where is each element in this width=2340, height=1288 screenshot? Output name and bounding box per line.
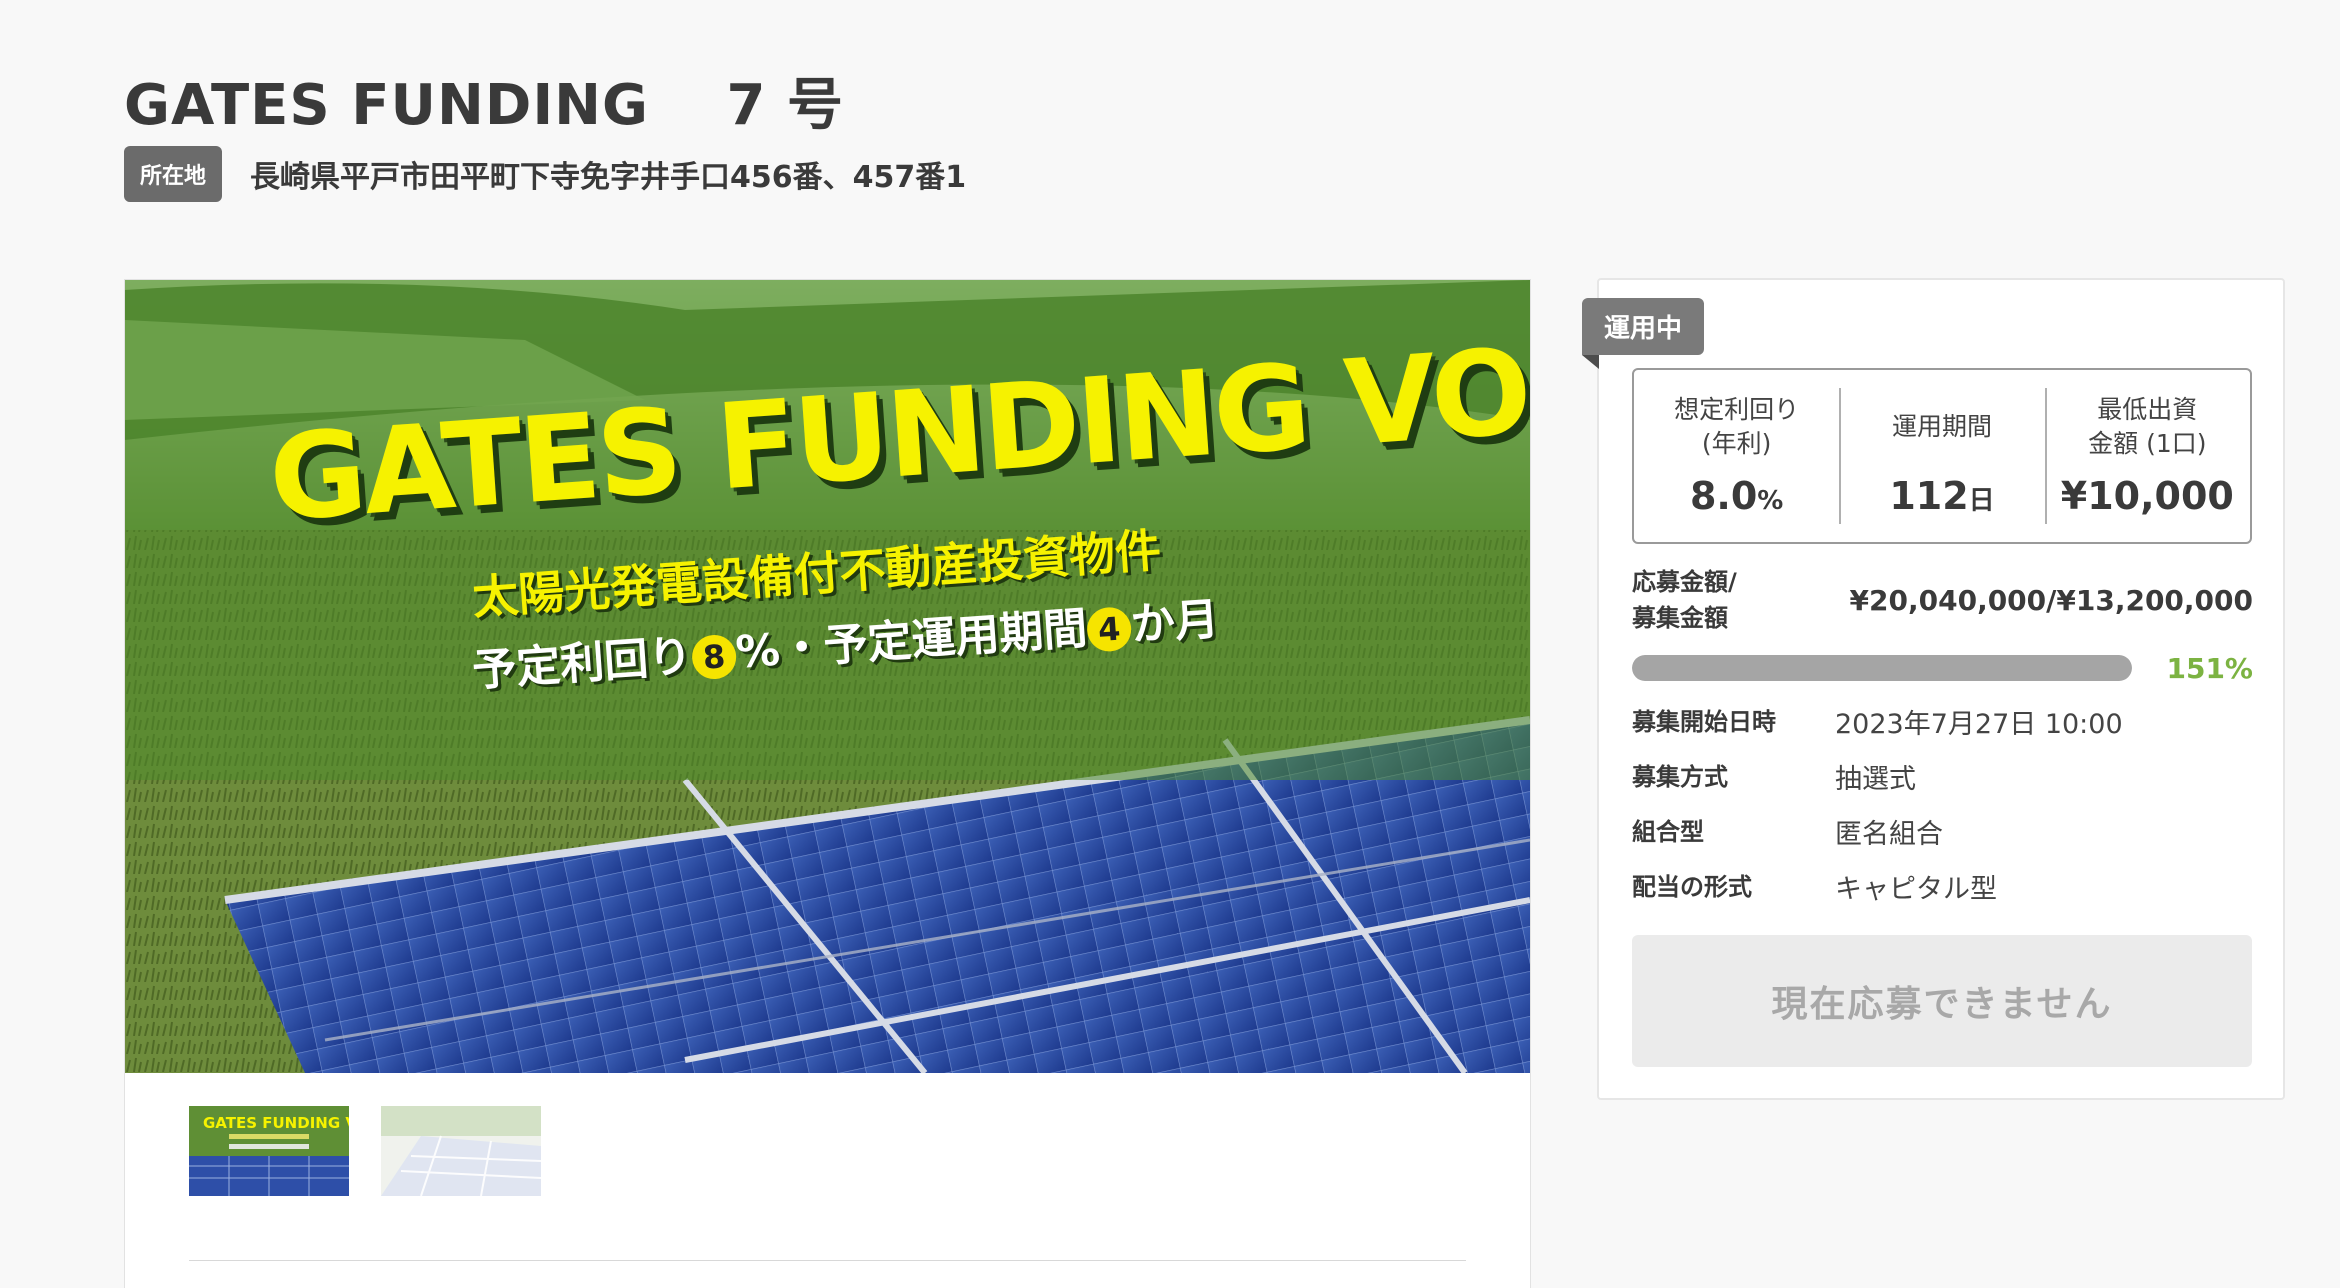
hero-period-number: 4 bbox=[1085, 605, 1133, 653]
info-key: 配当の形式 bbox=[1632, 873, 1752, 901]
funding-progress-percent: 151% bbox=[2166, 652, 2253, 685]
hero-yield-number: 8 bbox=[690, 633, 738, 681]
apply-button[interactable]: 現在応募できません bbox=[1632, 935, 2252, 1067]
thumbnail-panels[interactable] bbox=[381, 1106, 541, 1196]
info-value: 2023年7月27日 10:00 bbox=[1835, 709, 2123, 740]
info-key: 組合型 bbox=[1632, 818, 1704, 846]
hero-yield-prefix: 予定利回り bbox=[470, 630, 694, 697]
hero-banner-text: GATES FUNDING VOL.7 太陽光発電設備付不動産投資物件 予定利回… bbox=[125, 280, 1530, 1073]
hero-yield-suffix: か月 bbox=[1129, 593, 1221, 651]
info-key: 募集方式 bbox=[1632, 763, 1728, 791]
stat-value: 112日 bbox=[1889, 474, 1995, 518]
stat-value: 8.0% bbox=[1689, 474, 1784, 518]
svg-text:GATES FUNDING VOL.7: GATES FUNDING VOL.7 bbox=[203, 1114, 349, 1132]
stat-minimum-investment: 最低出資 金額 (1口) ¥10,000 bbox=[2044, 370, 2250, 542]
info-value: 抽選式 bbox=[1835, 764, 1916, 795]
page-title: GATES FUNDING 7 号 bbox=[124, 73, 844, 138]
location-badge: 所在地 bbox=[124, 146, 223, 202]
stat-label: 運用期間 bbox=[1891, 412, 1992, 441]
stat-value: ¥10,000 bbox=[2060, 474, 2234, 518]
location-address: 長崎県平戸市田平町下寺免字井手口456番、457番1 bbox=[250, 160, 967, 195]
fund-stats: 想定利回り (年利) 8.0% 運用期間 112日 最低出資 金額 (1口) ¥… bbox=[1632, 368, 2252, 544]
info-row-start-date: 募集開始日時 2023年7月27日 10:00 bbox=[1632, 702, 2123, 741]
hero-image[interactable]: GATES FUNDING VOL.7 太陽光発電設備付不動産投資物件 予定利回… bbox=[125, 280, 1530, 1073]
image-gallery: GATES FUNDING VOL.7 太陽光発電設備付不動産投資物件 予定利回… bbox=[124, 279, 1531, 1288]
location-row: 所在地 長崎県平戸市田平町下寺免字井手口456番、457番1 bbox=[124, 146, 966, 202]
info-value: キャピタル型 bbox=[1835, 874, 1997, 905]
stat-expected-yield: 想定利回り (年利) 8.0% bbox=[1634, 370, 1839, 542]
amount-label: 応募金額/ 募集金額 bbox=[1632, 568, 1737, 632]
amount-value: ¥20,040,000/¥13,200,000 bbox=[1849, 584, 2253, 617]
info-row-partnership-type: 組合型 匿名組合 bbox=[1632, 812, 1943, 851]
stat-operation-period: 運用期間 112日 bbox=[1839, 370, 2044, 542]
thumbnail-banner[interactable]: GATES FUNDING VOL.7 bbox=[189, 1106, 349, 1196]
stat-label: 最低出資 金額 (1口) bbox=[2088, 395, 2207, 458]
thumbnail-strip: GATES FUNDING VOL.7 bbox=[189, 1106, 541, 1196]
info-row-dividend-type: 配当の形式 キャピタル型 bbox=[1632, 867, 1997, 906]
stat-label: 想定利回り (年利) bbox=[1674, 395, 1800, 458]
fund-summary-card: 運用中 想定利回り (年利) 8.0% 運用期間 112日 最低出資 金額 (1… bbox=[1582, 278, 2285, 1100]
info-value: 匿名組合 bbox=[1835, 819, 1943, 850]
funding-progress-bar bbox=[1632, 655, 2132, 681]
hero-yield-mid: %・予定運用期間 bbox=[734, 602, 1089, 679]
hero-title: GATES FUNDING VOL.7 bbox=[265, 308, 1530, 548]
status-badge: 運用中 bbox=[1582, 298, 1705, 369]
info-row-method: 募集方式 抽選式 bbox=[1632, 757, 1916, 796]
funding-progress-fill bbox=[1632, 655, 2132, 681]
info-key: 募集開始日時 bbox=[1632, 708, 1776, 736]
gallery-divider bbox=[189, 1260, 1466, 1261]
